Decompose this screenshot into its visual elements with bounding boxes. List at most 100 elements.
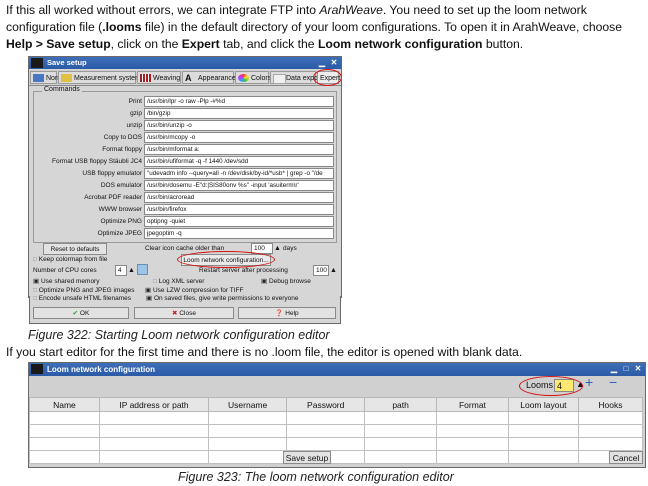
table-cell[interactable] [435,424,509,438]
table-cell[interactable] [29,450,100,464]
table-cell[interactable] [286,437,366,451]
minimize-icon[interactable]: ▁ [609,364,619,374]
table-cell[interactable] [435,411,509,425]
close-button[interactable]: ✖ Close [134,307,234,319]
table-cell[interactable] [577,411,644,425]
table-cell[interactable] [364,450,437,464]
command-field[interactable]: /bin/gzip [144,108,334,119]
restart-spin-icon[interactable]: ▲ [330,265,337,276]
highlight-expert-tab [313,69,341,86]
table-cell[interactable] [507,424,579,438]
table-cell[interactable] [286,424,366,438]
command-field[interactable]: /usr/bin/ufiformat -q -f 1440 /dev/sdd [144,156,334,167]
table-cell[interactable] [98,437,210,451]
tab-weaving[interactable]: Weaving [137,71,181,84]
loom-table: Name IP address or path Username Passwor… [29,397,644,464]
tab-normal[interactable]: Normal [30,71,69,84]
file-extension: .looms [102,20,142,34]
minimize-icon[interactable]: ▁ [317,58,327,68]
table-cell[interactable] [435,437,509,451]
command-field[interactable]: jpegoptim -q [144,228,334,239]
table-cell[interactable] [364,424,437,438]
table-cell[interactable] [208,437,288,451]
table-cell[interactable] [286,411,366,425]
table-cell[interactable] [507,450,579,464]
table-cell[interactable] [29,424,100,438]
command-field[interactable]: optipng -quiet [144,216,334,227]
command-field[interactable]: /usr/bin/dosemu -E"d:|SIS80onv %s" -inpu… [144,180,334,191]
maximize-icon[interactable]: □ [621,364,631,374]
tab-measurement-system[interactable]: Measurement system [58,71,141,84]
table-cell[interactable] [29,411,100,425]
cpu-spin-icon[interactable]: ▲ [128,265,135,276]
table-cell[interactable] [364,437,437,451]
command-field[interactable]: /usr/bin/firefox [144,204,334,215]
table-cell[interactable] [208,424,288,438]
command-row: Optimize JPEG jpegoptim -q [34,228,336,240]
close-icon[interactable]: ✕ [329,58,339,68]
col-name: Name [29,397,100,412]
cpu-auto-icon[interactable] [137,264,148,275]
keep-colormap-checkbox[interactable]: □ Keep colormap from file [33,254,107,265]
save-setup-button[interactable]: Save setup [283,451,331,464]
table-cell[interactable] [577,437,644,451]
debug-browse-checkbox[interactable]: ▣ Debug browse [261,276,311,287]
cache-spin-icon[interactable]: ▲ [274,243,281,254]
command-label: Acrobat PDF reader [84,194,142,201]
write-permissions-checkbox[interactable]: ▣ On saved files, give write permissions… [146,293,298,304]
encode-unsafe-checkbox[interactable]: □ Encode unsafe HTML filenames [33,293,131,304]
close-icon[interactable]: ✕ [633,364,643,374]
command-row: Print/usr/bin/lpr -o raw -Plp -#%d [34,96,336,108]
app-logo-icon [31,58,43,68]
command-label: USB floppy emulator [82,170,142,177]
ok-button[interactable]: ✔ OK [33,307,129,319]
export-icon [273,74,286,84]
table-cell[interactable] [208,411,288,425]
command-row: Format floppy/usr/bin/mformat a: [34,144,336,156]
table-row [29,411,644,425]
col-username: Username [208,397,288,412]
command-field[interactable]: /usr/bin/mformat a: [144,144,334,155]
tab-appearance[interactable]: A Appearance [182,71,236,84]
table-cell[interactable] [507,437,579,451]
table-cell[interactable] [208,450,288,464]
cpu-cores-field[interactable]: 4 [115,265,127,276]
add-loom-icon[interactable]: + [585,375,593,389]
command-field[interactable]: /usr/bin/lpr -o raw -Plp -#%d [144,96,334,107]
check-icon: ✔ [72,310,80,317]
tab-colors[interactable]: Colors [235,71,271,84]
tab-data-export[interactable]: Data export [270,71,322,84]
table-cell[interactable] [577,424,644,438]
table-cell[interactable] [98,450,210,464]
help-button[interactable]: ❓ Help [238,307,336,319]
command-field[interactable]: "udevadm info --query=all -n /dev/disk/b… [144,168,334,179]
command-label: Format USB floppy Stäubli JC4 [52,158,142,165]
remove-loom-icon[interactable]: − [609,375,617,389]
col-ip-address: IP address or path [98,397,210,412]
command-label: Format floppy [102,146,142,153]
table-cell[interactable] [29,437,100,451]
command-row: Optimize PNG optipng -quiet [34,216,336,228]
window-title: Save setup [47,58,87,67]
app-name: ArahWeave [319,3,383,17]
loom-table-header: Name IP address or path Username Passwor… [29,397,644,412]
col-format: Format [435,397,509,412]
command-field[interactable]: /usr/bin/mcopy -o [144,132,334,143]
command-label: Copy to DOS [103,134,142,141]
intro-text: If this all worked without errors, we ca… [6,3,320,17]
table-cell[interactable] [364,411,437,425]
table-cell[interactable] [435,450,509,464]
save-setup-window: Save setup ▁ ✕ Normal Measurement system… [28,56,342,298]
command-row: Acrobat PDF reader/usr/bin/acroread [34,192,336,204]
command-field[interactable]: /usr/bin/unzip -o [144,120,334,131]
command-row: Format USB floppy Stäubli JC4/usr/bin/uf… [34,156,336,168]
col-hooks: Hooks [577,397,644,412]
weave-icon [140,74,151,82]
restart-server-field[interactable]: 100 [313,265,329,276]
table-cell[interactable] [507,411,579,425]
table-cell[interactable] [98,424,210,438]
command-field[interactable]: /usr/bin/acroread [144,192,334,203]
table-cell[interactable] [98,411,210,425]
cancel-button[interactable]: Cancel [609,451,643,464]
command-row: Copy to DOS/usr/bin/mcopy -o [34,132,336,144]
